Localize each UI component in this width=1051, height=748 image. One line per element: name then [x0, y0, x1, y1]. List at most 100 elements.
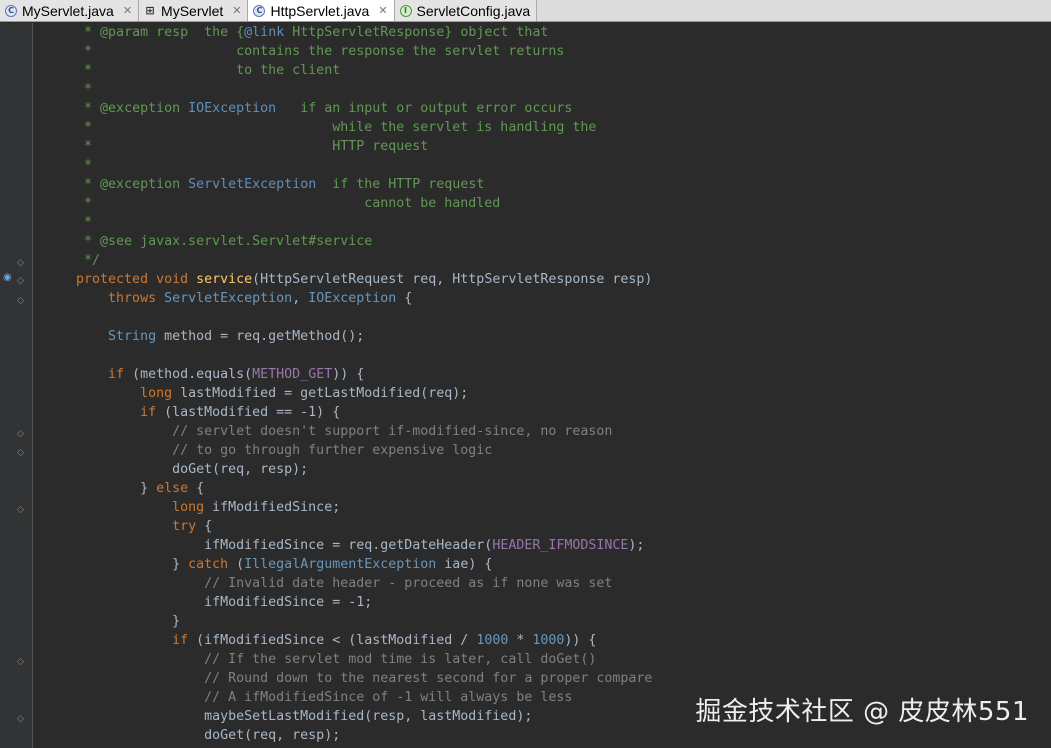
code-token: ifModifiedSince = -1;	[44, 595, 373, 610]
code-line[interactable]: */	[44, 251, 652, 270]
code-token: // Round down to the nearest second for …	[44, 671, 653, 686]
code-line[interactable]: if (method.equals(METHOD_GET)) {	[44, 365, 652, 384]
code-token: ifModifiedSince;	[204, 500, 341, 515]
code-line[interactable]: * HTTP request	[44, 137, 652, 156]
code-token: }	[44, 481, 157, 496]
code-line[interactable]: *	[44, 156, 652, 175]
code-line[interactable]: *	[44, 213, 652, 232]
code-line[interactable]: } catch (IllegalArgumentException iae) {	[44, 555, 652, 574]
code-line[interactable]: String method = req.getMethod();	[44, 327, 652, 346]
tab-label: ServletConfig.java	[416, 2, 531, 19]
code-line[interactable]: }	[44, 612, 652, 631]
code-token: HEADER_IFMODSINCE	[492, 538, 629, 553]
code-token: try	[44, 519, 197, 534]
code-token: IOException	[188, 101, 277, 116]
code-token: doGet(req, resp);	[44, 728, 341, 743]
code-line[interactable]: try {	[44, 517, 652, 536]
code-token: *	[44, 25, 101, 40]
code-token: HttpServletResponse} object that	[284, 25, 549, 40]
fold-marker-icon[interactable]: ◇	[17, 715, 24, 724]
tab-servletconfig-java[interactable]: I ServletConfig.java	[394, 0, 538, 21]
code-token: METHOD_GET	[252, 367, 333, 382]
code-token: {	[188, 481, 205, 496]
code-line[interactable]	[44, 346, 652, 365]
code-line[interactable]	[44, 308, 652, 327]
code-line[interactable]: // Round down to the nearest second for …	[44, 669, 652, 688]
code-token: *	[44, 234, 101, 249]
code-token: // A ifModifiedSince of -1 will always b…	[44, 690, 573, 705]
code-line[interactable]: // to go through further expensive logic	[44, 441, 652, 460]
code-token: )) {	[564, 633, 597, 648]
fold-marker-icon[interactable]: ◇	[17, 506, 24, 515]
code-line[interactable]: * while the servlet is handling the	[44, 118, 652, 137]
code-line[interactable]: doGet(req, resp);	[44, 460, 652, 479]
code-token: 1000	[476, 633, 509, 648]
code-text-area[interactable]: * @param resp the {@link HttpServletResp…	[44, 23, 652, 745]
interface-icon: I	[399, 4, 412, 17]
close-icon[interactable]: ✕	[378, 4, 387, 17]
code-token: * cannot be handled	[44, 196, 501, 211]
override-marker-icon[interactable]: ◉	[3, 273, 12, 283]
code-line[interactable]: * contains the response the servlet retu…	[44, 42, 652, 61]
close-icon[interactable]: ✕	[123, 4, 132, 17]
close-icon[interactable]: ✕	[232, 4, 241, 17]
code-token: *	[44, 158, 93, 173]
code-token: IOException	[308, 291, 397, 306]
code-token: // If the servlet mod time is later, cal…	[44, 652, 597, 667]
code-token: javax.servlet.Servlet#service	[132, 234, 373, 249]
code-line[interactable]: * @see javax.servlet.Servlet#service	[44, 232, 652, 251]
code-line[interactable]: long lastModified = getLastModified(req)…	[44, 384, 652, 403]
code-token: if	[44, 405, 157, 420]
editor-tab-bar: C MyServlet.java ✕ ⊞ MyServlet ✕ C HttpS…	[0, 0, 1051, 22]
code-line[interactable]: protected void service(HttpServletReques…	[44, 270, 652, 289]
code-token: * to the client	[44, 63, 341, 78]
fold-marker-icon[interactable]: ◇	[17, 259, 24, 268]
code-token: IllegalArgumentException	[244, 557, 437, 572]
tab-myservlet-structure[interactable]: ⊞ MyServlet ✕	[139, 0, 249, 21]
code-line[interactable]: * @exception IOException if an input or …	[44, 99, 652, 118]
code-line[interactable]: ifModifiedSince = req.getDateHeader(HEAD…	[44, 536, 652, 555]
code-line[interactable]: if (ifModifiedSince < (lastModified / 10…	[44, 631, 652, 650]
code-line[interactable]: } else {	[44, 479, 652, 498]
code-token: *	[44, 215, 93, 230]
code-line[interactable]: throws ServletException, IOException {	[44, 289, 652, 308]
code-token: *	[508, 633, 533, 648]
fold-marker-icon[interactable]: ◇	[17, 449, 24, 458]
fold-marker-icon[interactable]: ◇	[17, 430, 24, 439]
code-line[interactable]: // servlet doesn't support if-modified-s…	[44, 422, 652, 441]
code-line[interactable]: doGet(req, resp);	[44, 726, 652, 745]
tab-label: MyServlet.java	[22, 2, 114, 19]
code-line[interactable]: *	[44, 80, 652, 99]
fold-marker-icon[interactable]: ◇	[17, 277, 24, 286]
tab-myservlet-java[interactable]: C MyServlet.java ✕	[0, 0, 140, 21]
code-line[interactable]: // Invalid date header - proceed as if n…	[44, 574, 652, 593]
code-editor[interactable]: ◇ ◉ ◇ ◇ ◇ ◇ ◇ ◇ ◇ * @param resp the {@li…	[0, 23, 1051, 748]
code-line[interactable]: * to the client	[44, 61, 652, 80]
tab-httpservlet-java[interactable]: C HttpServlet.java ✕	[248, 0, 395, 21]
code-token: // Invalid date header - proceed as if n…	[44, 576, 613, 591]
code-line[interactable]: long ifModifiedSince;	[44, 498, 652, 517]
code-token: }	[44, 557, 189, 572]
code-token: if the HTTP request	[316, 177, 485, 192]
code-token: *	[44, 101, 101, 116]
code-token: 1000	[532, 633, 565, 648]
fold-marker-icon[interactable]: ◇	[17, 658, 24, 667]
code-token: catch	[188, 557, 229, 572]
fold-marker-icon[interactable]: ◇	[17, 297, 24, 306]
abstract-class-icon: C	[253, 4, 266, 17]
code-line[interactable]: ifModifiedSince = -1;	[44, 593, 652, 612]
code-token: ServletException	[188, 177, 317, 192]
code-line[interactable]: * @param resp the {@link HttpServletResp…	[44, 23, 652, 42]
code-token: long	[44, 386, 173, 401]
code-line[interactable]: * @exception ServletException if the HTT…	[44, 175, 652, 194]
code-token: else	[156, 481, 189, 496]
code-token: // servlet doesn't support if-modified-s…	[44, 424, 613, 439]
code-line[interactable]: if (lastModified == -1) {	[44, 403, 652, 422]
code-line[interactable]: maybeSetLastModified(resp, lastModified)…	[44, 707, 652, 726]
code-line[interactable]: * cannot be handled	[44, 194, 652, 213]
code-token: );	[628, 538, 645, 553]
code-line[interactable]: // If the servlet mod time is later, cal…	[44, 650, 652, 669]
code-token: @see	[100, 234, 133, 249]
code-line[interactable]: // A ifModifiedSince of -1 will always b…	[44, 688, 652, 707]
watermark: 掘金技术社区 @ 皮皮林551	[695, 697, 1029, 727]
